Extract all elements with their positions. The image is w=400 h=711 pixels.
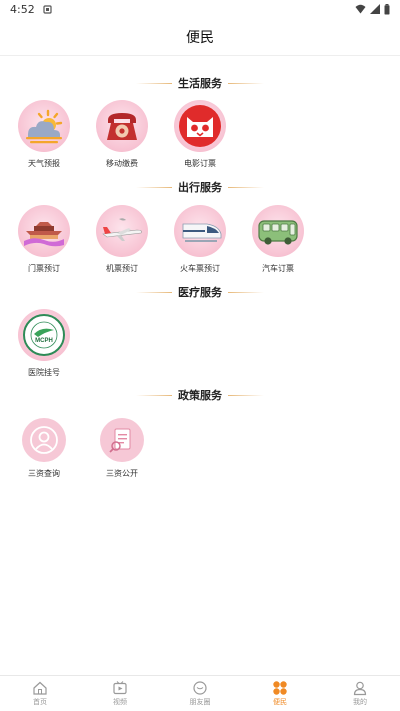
document-icon bbox=[100, 418, 144, 462]
bottom-nav: 首页 视频 朋友圈 便民 我的 bbox=[0, 675, 400, 711]
battery-icon bbox=[384, 3, 390, 14]
chat-icon bbox=[193, 681, 207, 695]
video-icon bbox=[113, 681, 127, 695]
tile-label: 机票预订 bbox=[106, 264, 138, 273]
tile-label: 医院挂号 bbox=[28, 368, 60, 377]
tile-label: 火车票预订 bbox=[180, 264, 220, 273]
tile-label: 天气预报 bbox=[28, 159, 60, 168]
telephone-icon bbox=[96, 100, 148, 152]
section-header-travel: 出行服务 bbox=[0, 177, 400, 197]
service-attraction-tickets[interactable]: 门票预订 bbox=[14, 205, 74, 274]
section-header-life: 生活服务 bbox=[0, 73, 400, 93]
service-flight-tickets[interactable]: 机票预订 bbox=[92, 205, 152, 274]
bus-icon bbox=[252, 205, 304, 257]
cat-icon bbox=[174, 100, 226, 152]
service-hospital-registration[interactable]: MCPH 医院挂号 bbox=[14, 309, 74, 378]
wifi-icon bbox=[355, 4, 366, 14]
weather-icon bbox=[18, 100, 70, 152]
tile-label: 移动缴费 bbox=[106, 159, 138, 168]
section-title: 生活服务 bbox=[178, 77, 222, 90]
nav-label: 便民 bbox=[273, 698, 287, 706]
section-header-policy: 政策服务 bbox=[0, 385, 400, 405]
airplane-icon bbox=[96, 205, 148, 257]
nav-video[interactable]: 视频 bbox=[80, 676, 160, 711]
temple-icon bbox=[18, 205, 70, 257]
signal-icon bbox=[370, 4, 380, 14]
page-title: 便民 bbox=[186, 29, 214, 46]
service-bus-tickets[interactable]: 汽车订票 bbox=[248, 205, 308, 274]
status-time: 4:52 bbox=[10, 2, 35, 16]
hospital-logo-icon: MCPH bbox=[18, 309, 70, 361]
service-weather[interactable]: 天气预报 bbox=[14, 100, 74, 169]
train-icon bbox=[174, 205, 226, 257]
nav-friends[interactable]: 朋友圈 bbox=[160, 676, 240, 711]
nav-label: 朋友圈 bbox=[189, 698, 211, 706]
title-bar: 便民 bbox=[0, 18, 400, 56]
status-bar: 4:52 bbox=[0, 0, 400, 18]
section-header-medical: 医疗服务 bbox=[0, 282, 400, 302]
grid-icon bbox=[273, 681, 287, 695]
nav-home[interactable]: 首页 bbox=[0, 676, 80, 711]
hospital-logo-text: MCPH bbox=[35, 338, 53, 344]
section-title: 出行服务 bbox=[178, 181, 222, 194]
notification-icon bbox=[43, 4, 52, 14]
section-title: 医疗服务 bbox=[178, 286, 222, 299]
service-assets-query[interactable]: 三资查询 bbox=[14, 418, 74, 479]
user-icon bbox=[22, 418, 66, 462]
service-movie-tickets[interactable]: 电影订票 bbox=[170, 100, 230, 169]
profile-icon bbox=[353, 681, 367, 696]
tile-label: 电影订票 bbox=[184, 159, 216, 168]
service-assets-public[interactable]: 三资公开 bbox=[92, 418, 152, 479]
tile-label: 三资查询 bbox=[28, 469, 60, 478]
nav-profile[interactable]: 我的 bbox=[320, 676, 400, 711]
section-title: 政策服务 bbox=[178, 389, 222, 402]
nav-label: 视频 bbox=[113, 698, 127, 706]
nav-label: 首页 bbox=[33, 698, 47, 706]
nav-label: 我的 bbox=[353, 698, 367, 706]
home-icon bbox=[33, 681, 47, 695]
service-train-tickets[interactable]: 火车票预订 bbox=[170, 205, 230, 274]
tile-label: 门票预订 bbox=[28, 264, 60, 273]
service-mobile-payment[interactable]: 移动缴费 bbox=[92, 100, 152, 169]
tile-label: 三资公开 bbox=[106, 469, 138, 478]
nav-services[interactable]: 便民 bbox=[240, 676, 320, 711]
tile-label: 汽车订票 bbox=[262, 264, 294, 273]
